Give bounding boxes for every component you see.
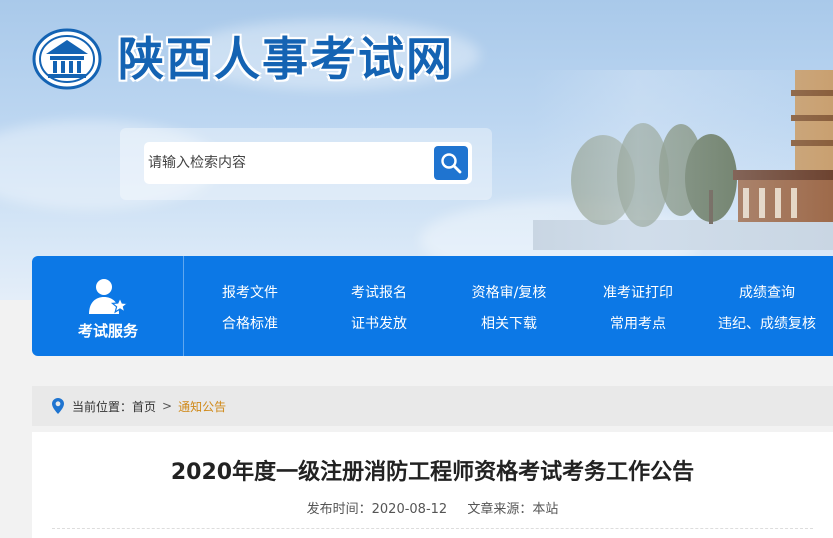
building-emblem-icon[interactable] — [32, 28, 102, 90]
breadcrumb-current-link[interactable]: 通知公告 — [178, 398, 226, 415]
nav-link-violation-score-review[interactable]: 违纪、成绩复核 — [718, 313, 816, 333]
nav-link-qualification-review[interactable]: 资格审/复核 — [472, 282, 547, 302]
site-header: 陕西人事考试网 — [0, 0, 833, 300]
breadcrumb-separator: > — [162, 399, 173, 413]
nav-link-score-inquiry[interactable]: 成绩查询 — [739, 282, 795, 302]
exam-service-brand[interactable]: 考试服务 — [32, 256, 184, 356]
pagoda-scenery-image — [533, 70, 833, 250]
nav-link-admission-ticket-print[interactable]: 准考证打印 — [603, 282, 673, 302]
exam-service-label: 考试服务 — [77, 322, 138, 340]
nav-link-exam-registration[interactable]: 考试报名 — [351, 282, 407, 302]
search-panel — [120, 128, 492, 200]
site-title[interactable]: 陕西人事考试网 — [118, 30, 454, 88]
main-nav: 考试服务 报考文件 考试报名 资格审/复核 准考证打印 成绩查询 合格标准 证书… — [32, 256, 833, 356]
nav-link-common-exam-sites[interactable]: 常用考点 — [610, 313, 666, 333]
article-divider — [52, 528, 813, 529]
article-publish-time: 发布时间：2020-08-12 — [306, 502, 448, 517]
nav-link-related-downloads[interactable]: 相关下载 — [481, 313, 537, 333]
article-title: 2020年度一级注册消防工程师资格考试考务工作公告 — [170, 460, 695, 485]
user-star-icon — [89, 279, 130, 314]
search-icon — [441, 153, 462, 174]
article-source: 文章来源：本站 — [467, 502, 559, 517]
nav-link-certificate-issuance[interactable]: 证书发放 — [351, 313, 407, 333]
breadcrumb: 当前位置： 首页 > 通知公告 — [32, 386, 833, 426]
article-panel: 2020年度一级注册消防工程师资格考试考务工作公告 发布时间：2020-08-1… — [32, 432, 833, 538]
search-input[interactable] — [148, 142, 428, 184]
nav-link-application-documents[interactable]: 报考文件 — [222, 282, 278, 302]
nav-link-passing-standard[interactable]: 合格标准 — [222, 313, 278, 333]
search-box — [144, 142, 472, 184]
location-pin-icon — [52, 398, 64, 414]
search-button[interactable] — [434, 146, 468, 180]
breadcrumb-label: 当前位置： — [72, 399, 133, 414]
article-meta: 发布时间：2020-08-12 文章来源：本站 — [32, 498, 833, 517]
breadcrumb-home-link[interactable]: 首页 — [132, 398, 156, 415]
